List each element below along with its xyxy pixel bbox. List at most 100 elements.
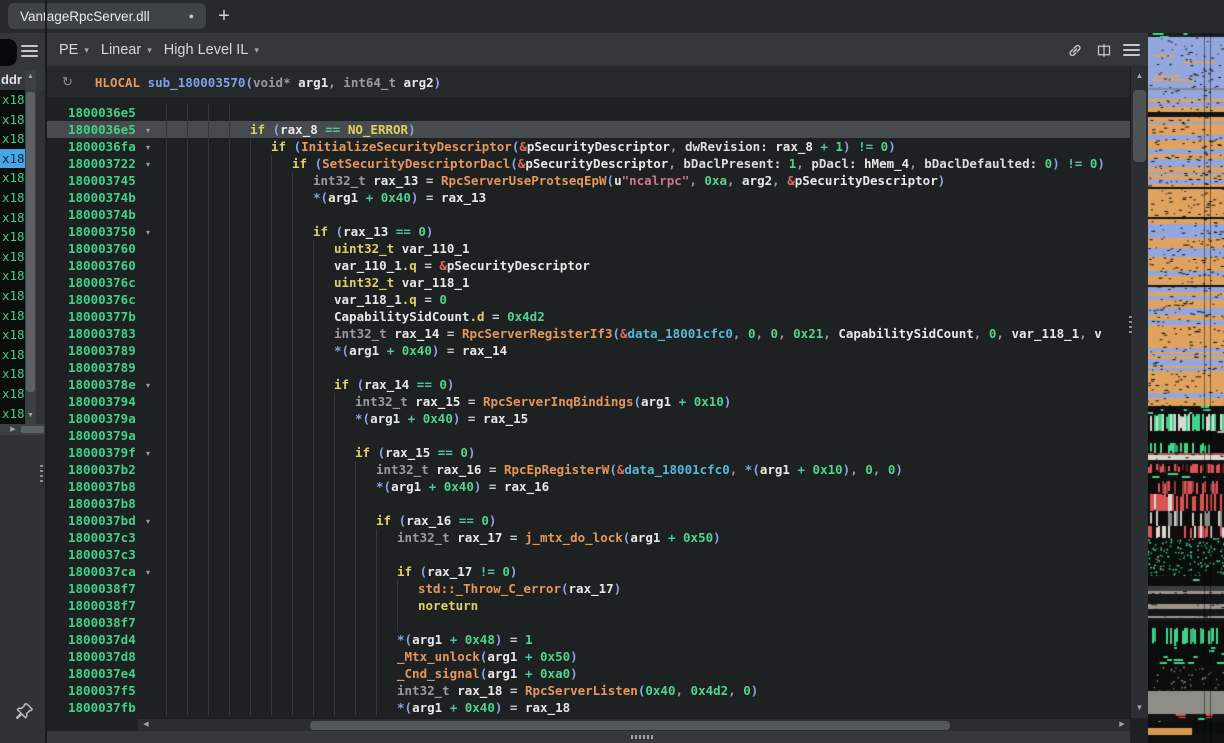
code-line[interactable]: 180003794int32_t rax_15 = RpcServerInqBi… <box>45 393 1130 410</box>
code-line[interactable]: 1800038f7 <box>45 614 1130 631</box>
code-line[interactable]: 1800037e4_Cnd_signal(arg1 + 0xa0) <box>45 665 1130 682</box>
code-line[interactable]: 1800037f5int32_t rax_18 = RpcServerListe… <box>45 682 1130 699</box>
address-list-item[interactable]: x180 <box>0 306 25 326</box>
minimap[interactable] <box>1148 33 1224 743</box>
address-column-header[interactable]: ddr <box>0 70 45 90</box>
code-line[interactable]: 1800037b2int32_t rax_16 = RpcEpRegisterW… <box>45 461 1130 478</box>
address-list-item[interactable]: x180 <box>0 188 25 208</box>
address-list-item[interactable]: x180 <box>0 90 25 110</box>
code-line[interactable]: 1800037b8 <box>45 495 1130 512</box>
code-line[interactable]: 18000378e▾if (rax_14 == 0) <box>45 376 1130 393</box>
sidebar-menu-icon[interactable] <box>21 45 38 58</box>
scroll-right-icon[interactable]: ▶ <box>1116 719 1128 731</box>
code-line[interactable]: 1800036e5 <box>45 104 1130 121</box>
splitter-grip[interactable] <box>40 465 43 485</box>
code-line[interactable]: 18000379a*(arg1 + 0x40) = rax_15 <box>45 410 1130 427</box>
sidebar-view-icon[interactable] <box>0 39 17 66</box>
vertical-scrollbar-thumb[interactable] <box>1133 90 1146 162</box>
code-line[interactable]: 1800038f7std::_Throw_C_error(rax_17) <box>45 580 1130 597</box>
bottom-splitter[interactable] <box>45 731 1130 743</box>
fold-arrow-icon[interactable]: ▾ <box>146 224 150 241</box>
fold-arrow-icon[interactable]: ▾ <box>146 156 150 173</box>
refresh-icon[interactable]: ↻ <box>62 74 73 90</box>
fold-arrow-icon[interactable]: ▾ <box>146 445 150 462</box>
splitter-grip[interactable] <box>1129 316 1132 336</box>
code-line[interactable]: 1800036e5▾if (rax_8 == NO_ERROR) <box>45 121 1130 138</box>
code-line[interactable]: 1800037c3 <box>45 546 1130 563</box>
code-line[interactable]: 180003760uint32_t var_110_1 <box>45 240 1130 257</box>
scroll-left-icon[interactable]: ◀ <box>140 719 152 731</box>
code-line[interactable]: 1800036fa▾if (InitializeSecurityDescript… <box>45 138 1130 155</box>
pin-sidebar-icon[interactable] <box>13 701 35 723</box>
address-list-item[interactable]: x180 <box>0 364 25 384</box>
code-line[interactable]: 180003745int32_t rax_13 = RpcServerUsePr… <box>45 172 1130 189</box>
address-list-item[interactable]: x180 <box>0 286 25 306</box>
address-list-item[interactable]: x180 <box>0 325 25 345</box>
code-line[interactable]: 1800037fb*(arg1 + 0x40) = rax_18 <box>45 699 1130 716</box>
code-line[interactable]: 18000377bCapabilitySidCount.d = 0x4d2 <box>45 308 1130 325</box>
fold-arrow-icon[interactable]: ▾ <box>146 377 150 394</box>
code-line[interactable]: 1800037c3int32_t rax_17 = j_mtx_do_lock(… <box>45 529 1130 546</box>
code-line[interactable]: 1800037d4*(arg1 + 0x48) = 1 <box>45 631 1130 648</box>
code-line[interactable]: 180003789*(arg1 + 0x40) = rax_14 <box>45 342 1130 359</box>
address-list-item[interactable]: x180 <box>0 247 25 267</box>
code-line[interactable]: 180003789 <box>45 359 1130 376</box>
indent-guide <box>355 631 356 648</box>
sidebar-hscrollbar-thumb[interactable] <box>21 426 44 433</box>
fold-arrow-icon[interactable]: ▾ <box>146 122 150 139</box>
view-type-menu[interactable]: PE ▾ <box>59 42 89 58</box>
indent-guide <box>334 648 335 665</box>
code-line[interactable]: 1800037bd▾if (rax_16 == 0) <box>45 512 1130 529</box>
sidebar-scroll-right-icon[interactable]: ▶ <box>8 424 18 435</box>
scroll-up-icon[interactable]: ▲ <box>1133 69 1146 83</box>
address-list-item[interactable]: x180 <box>0 266 25 286</box>
code-line[interactable]: 18000374b*(arg1 + 0x40) = rax_13 <box>45 189 1130 206</box>
view-options-menu-icon[interactable] <box>1123 44 1140 57</box>
code-token: rax_13 <box>343 224 388 239</box>
sidebar-scroll-down-icon[interactable]: ▼ <box>25 410 36 422</box>
address-list-item[interactable]: x180 <box>0 227 25 247</box>
address-list-item[interactable]: x180 <box>0 384 25 404</box>
document-tab[interactable]: VantageRpcServer.dll ● <box>8 3 206 29</box>
horizontal-scrollbar[interactable]: ◀ ▶ <box>138 718 1130 731</box>
code-token: + <box>517 666 540 681</box>
address-list-item[interactable]: x180 <box>0 110 25 130</box>
panel-divider[interactable] <box>45 0 47 743</box>
scroll-down-icon[interactable]: ▼ <box>1133 701 1146 715</box>
code-line[interactable]: 18000376cuint32_t var_118_1 <box>45 274 1130 291</box>
code-text: var_118_1.q = 0 <box>334 291 447 308</box>
code-line[interactable]: 18000376cvar_118_1.q = 0 <box>45 291 1130 308</box>
link-views-icon[interactable] <box>1065 41 1085 59</box>
code-line[interactable]: 180003783int32_t rax_14 = RpcServerRegis… <box>45 325 1130 342</box>
il-level-menu[interactable]: High Level IL ▾ <box>164 42 259 58</box>
code-line[interactable]: 18000374b <box>45 206 1130 223</box>
address-list-item[interactable]: x180 <box>0 149 25 169</box>
fold-arrow-icon[interactable]: ▾ <box>146 139 150 156</box>
code-line[interactable]: 180003750▾if (rax_13 == 0) <box>45 223 1130 240</box>
code-line[interactable]: 18000379a <box>45 427 1130 444</box>
hlil-code-view[interactable]: 1800036e51800036e5▾if (rax_8 == NO_ERROR… <box>45 97 1130 718</box>
address-list-item[interactable]: x180 <box>0 345 25 365</box>
code-line[interactable]: 1800038f7noreturn <box>45 597 1130 614</box>
sidebar-scrollbar-thumb[interactable] <box>26 92 35 392</box>
layout-menu[interactable]: Linear ▾ <box>101 42 152 58</box>
address-list-item[interactable]: x180 <box>0 404 25 424</box>
code-line[interactable]: 1800037ca▾if (rax_17 != 0) <box>45 563 1130 580</box>
code-line[interactable]: 180003760var_110_1.q = &pSecurityDescrip… <box>45 257 1130 274</box>
address-list-item[interactable]: x180 <box>0 208 25 228</box>
fold-arrow-icon[interactable]: ▾ <box>146 513 150 530</box>
horizontal-scrollbar-thumb[interactable] <box>310 721 950 730</box>
splitter-grip-dots[interactable] <box>631 735 655 739</box>
address-list-item[interactable]: x180 <box>0 168 25 188</box>
code-line[interactable]: 18000379f▾if (rax_15 == 0) <box>45 444 1130 461</box>
split-view-icon[interactable] <box>1094 41 1114 59</box>
vertical-scrollbar[interactable]: ▲ ▼ <box>1130 67 1148 718</box>
sidebar-scroll-up-icon[interactable]: ▲ <box>25 71 36 83</box>
address-list-item[interactable]: x180 <box>0 129 25 149</box>
code-line[interactable]: 180003722▾if (SetSecurityDescriptorDacl(… <box>45 155 1130 172</box>
new-tab-button[interactable]: + <box>212 2 236 30</box>
function-signature-bar[interactable]: ↻ HLOCAL sub_180003570(void* arg1, int64… <box>47 67 1130 98</box>
code-line[interactable]: 1800037d8_Mtx_unlock(arg1 + 0x50) <box>45 648 1130 665</box>
fold-arrow-icon[interactable]: ▾ <box>146 564 150 581</box>
code-line[interactable]: 1800037b8*(arg1 + 0x40) = rax_16 <box>45 478 1130 495</box>
